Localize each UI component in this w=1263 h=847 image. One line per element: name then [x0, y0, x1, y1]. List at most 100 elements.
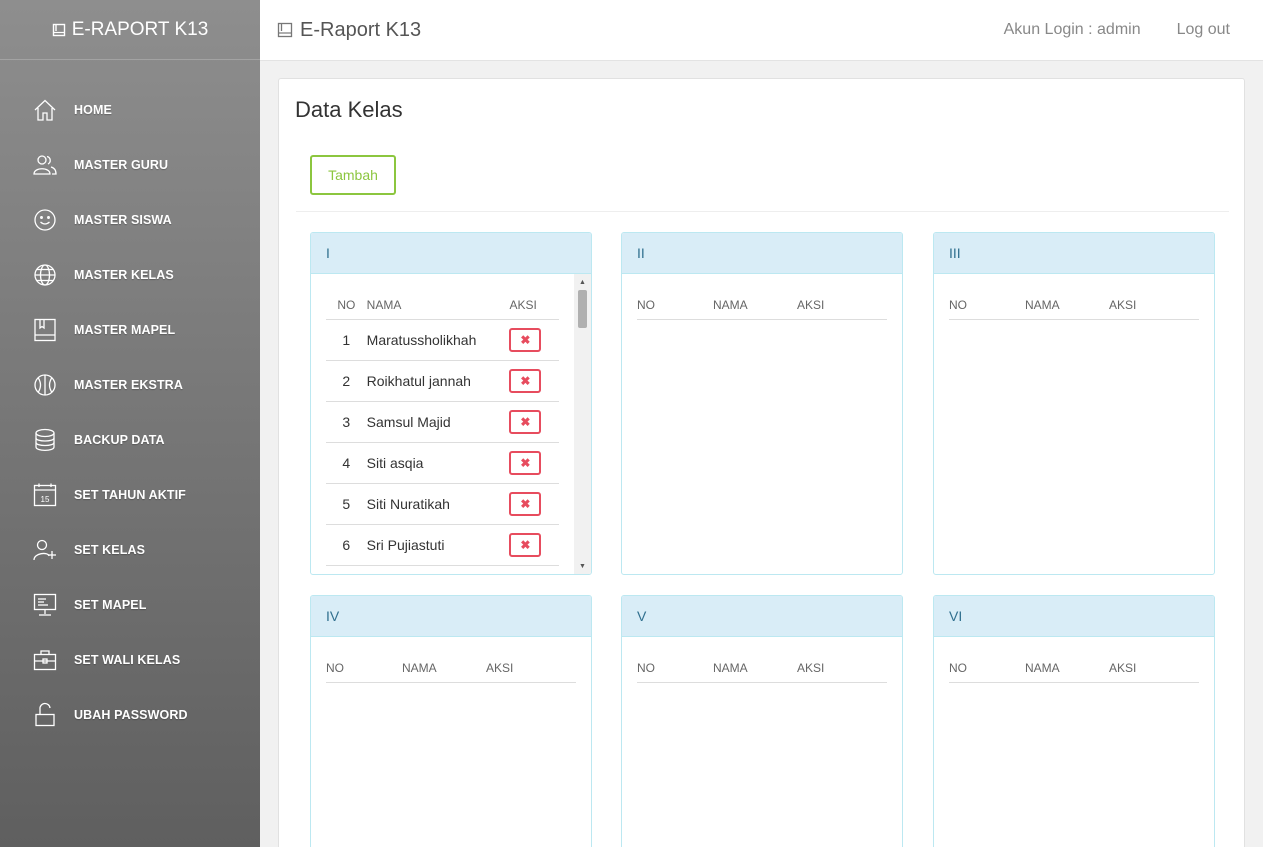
sidebar-item-master-mapel[interactable]: MASTER MAPEL	[0, 302, 260, 357]
col-aksi: AKSI	[1109, 298, 1137, 312]
sidebar-item-label: SET KELAS	[74, 542, 146, 557]
delete-button[interactable]: ✖	[509, 369, 542, 393]
delete-button[interactable]: ✖	[509, 410, 542, 434]
table-row: 5 Siti Nuratikah ✖	[326, 484, 559, 525]
delete-button[interactable]: ✖	[509, 328, 542, 352]
col-no: NO	[326, 661, 344, 675]
table-row: 6 Sri Pujiastuti ✖	[326, 525, 559, 566]
sidebar-item-backup-data[interactable]: BACKUP DATA	[0, 412, 260, 467]
sidebar-item-label: MASTER SISWA	[74, 212, 172, 227]
class-panel: III NO NAMA AKSI	[933, 232, 1215, 575]
panel-title: II	[622, 233, 902, 274]
col-aksi: AKSI	[797, 298, 825, 312]
add-button[interactable]: Tambah	[310, 155, 396, 195]
panel-body: NO NAMA AKSI 1 Maratussholikhah ✖ 2 Roikhatul j…	[311, 274, 591, 574]
class-panel: I NO NAMA AKSI 1 Maratussholikhah ✖ 2 Roikhatul …	[310, 232, 592, 575]
sidebar-item-label: SET WALI KELAS	[74, 652, 181, 667]
col-no: NO	[949, 661, 967, 675]
panel-body: NO NAMA AKSI	[622, 274, 902, 320]
row-nama: Siti asqia	[366, 455, 424, 471]
sidebar-item-master-siswa[interactable]: MASTER SISWA	[0, 192, 260, 247]
class-panel: II NO NAMA AKSI	[621, 232, 903, 575]
row-aksi: ✖	[509, 410, 559, 434]
globe-icon	[32, 262, 58, 288]
table-row: 4 Siti asqia ✖	[326, 443, 559, 484]
col-nama: NAMA	[366, 298, 402, 312]
sidebar-item-home[interactable]: HOME	[0, 82, 260, 137]
row-nama: Samsul Majid	[366, 414, 451, 430]
panel-title: I	[311, 233, 591, 274]
panel-body: NO NAMA AKSI	[934, 274, 1214, 320]
col-nama: NAMA	[1025, 298, 1060, 312]
panel-title: V	[622, 596, 902, 637]
sidebar-item-master-ekstra[interactable]: MASTER EKSTRA	[0, 357, 260, 412]
class-panel: IV NO NAMA AKSI	[310, 595, 592, 847]
sidebar-item-set-tahun-aktif[interactable]: 15 SET TAHUN AKTIF	[0, 467, 260, 522]
panel-title: III	[934, 233, 1214, 274]
database-icon	[32, 427, 58, 453]
basketball-icon	[32, 372, 58, 398]
delete-button[interactable]: ✖	[509, 533, 542, 557]
row-nama: Sri Pujiastuti	[366, 537, 445, 553]
sidebar-item-set-kelas[interactable]: SET KELAS	[0, 522, 260, 577]
row-aksi: ✖	[509, 451, 559, 475]
row-nama: Roikhatul jannah	[366, 373, 471, 389]
delete-button[interactable]: ✖	[509, 451, 542, 475]
table-header: NO NAMA AKSI	[637, 274, 887, 320]
sidebar-item-set-wali-kelas[interactable]: SET WALI KELAS	[0, 632, 260, 687]
col-no: NO	[949, 298, 967, 312]
presentation-icon	[32, 592, 58, 618]
row-aksi: ✖	[509, 492, 559, 516]
sidebar-item-master-kelas[interactable]: MASTER KELAS	[0, 247, 260, 302]
scroll-up-icon[interactable]: ▲	[574, 275, 591, 289]
users-icon	[32, 152, 58, 178]
panel-body: NO NAMA AKSI	[934, 637, 1214, 683]
col-aksi: AKSI	[486, 661, 514, 675]
table-header: NO NAMA AKSI	[949, 274, 1199, 320]
book-icon	[32, 317, 58, 343]
account-link[interactable]: Akun Login : admin	[1004, 21, 1141, 39]
table-row: 2 Roikhatul jannah ✖	[326, 361, 559, 402]
row-no: 2	[342, 373, 351, 389]
sidebar-menu: HOME MASTER GURU MASTER SISWA MASTER KELAS M…	[0, 60, 260, 742]
sidebar-item-label: SET TAHUN AKTIF	[74, 487, 186, 502]
col-aksi: AKSI	[509, 298, 537, 312]
logout-link[interactable]: Log out	[1177, 21, 1230, 39]
home-icon	[32, 97, 58, 123]
brand-label: E-RAPORT K13	[71, 18, 209, 40]
smile-icon	[32, 207, 58, 233]
sidebar-item-label: BACKUP DATA	[74, 432, 165, 447]
col-nama: NAMA	[402, 661, 437, 675]
row-no: 6	[342, 537, 351, 553]
sidebar-item-label: MASTER MAPEL	[74, 322, 176, 337]
col-nama: NAMA	[713, 661, 748, 675]
table-header: NO NAMA AKSI	[949, 637, 1199, 683]
scroll-down-icon[interactable]: ▼	[574, 559, 591, 573]
sidebar-item-label: HOME	[74, 102, 112, 117]
sidebar-item-label: MASTER EKSTRA	[74, 377, 183, 392]
sidebar-item-set-mapel[interactable]: SET MAPEL	[0, 577, 260, 632]
table-row: 1 Maratussholikhah ✖	[326, 320, 559, 361]
app-title: E-Raport K13	[300, 18, 422, 41]
row-aksi: ✖	[509, 533, 559, 557]
col-no: NO	[637, 661, 655, 675]
calendar-icon: 15	[32, 482, 58, 508]
sidebar-item-label: MASTER KELAS	[74, 267, 174, 282]
panel-title: VI	[934, 596, 1214, 637]
user-add-icon	[32, 537, 58, 563]
scrollbar[interactable]: ▲ ▼	[574, 274, 591, 574]
row-aksi: ✖	[509, 328, 559, 352]
row-no: 1	[342, 332, 351, 348]
brand[interactable]: E-RAPORT K13	[0, 0, 260, 60]
table-header: NO NAMA AKSI	[637, 637, 887, 683]
table-header: NO NAMA AKSI	[326, 637, 576, 683]
delete-button[interactable]: ✖	[509, 492, 542, 516]
sidebar-item-ubah-password[interactable]: UBAH PASSWORD	[0, 687, 260, 742]
book-icon	[52, 23, 65, 36]
sidebar: E-RAPORT K13 HOME MASTER GURU MASTER SISWA…	[0, 0, 260, 847]
topbar: E-Raport K13 Akun Login : admin Log out	[260, 0, 1263, 61]
row-no: 4	[342, 455, 351, 471]
scroll-thumb[interactable]	[578, 290, 587, 328]
sidebar-item-master-guru[interactable]: MASTER GURU	[0, 137, 260, 192]
col-nama: NAMA	[1025, 661, 1060, 675]
